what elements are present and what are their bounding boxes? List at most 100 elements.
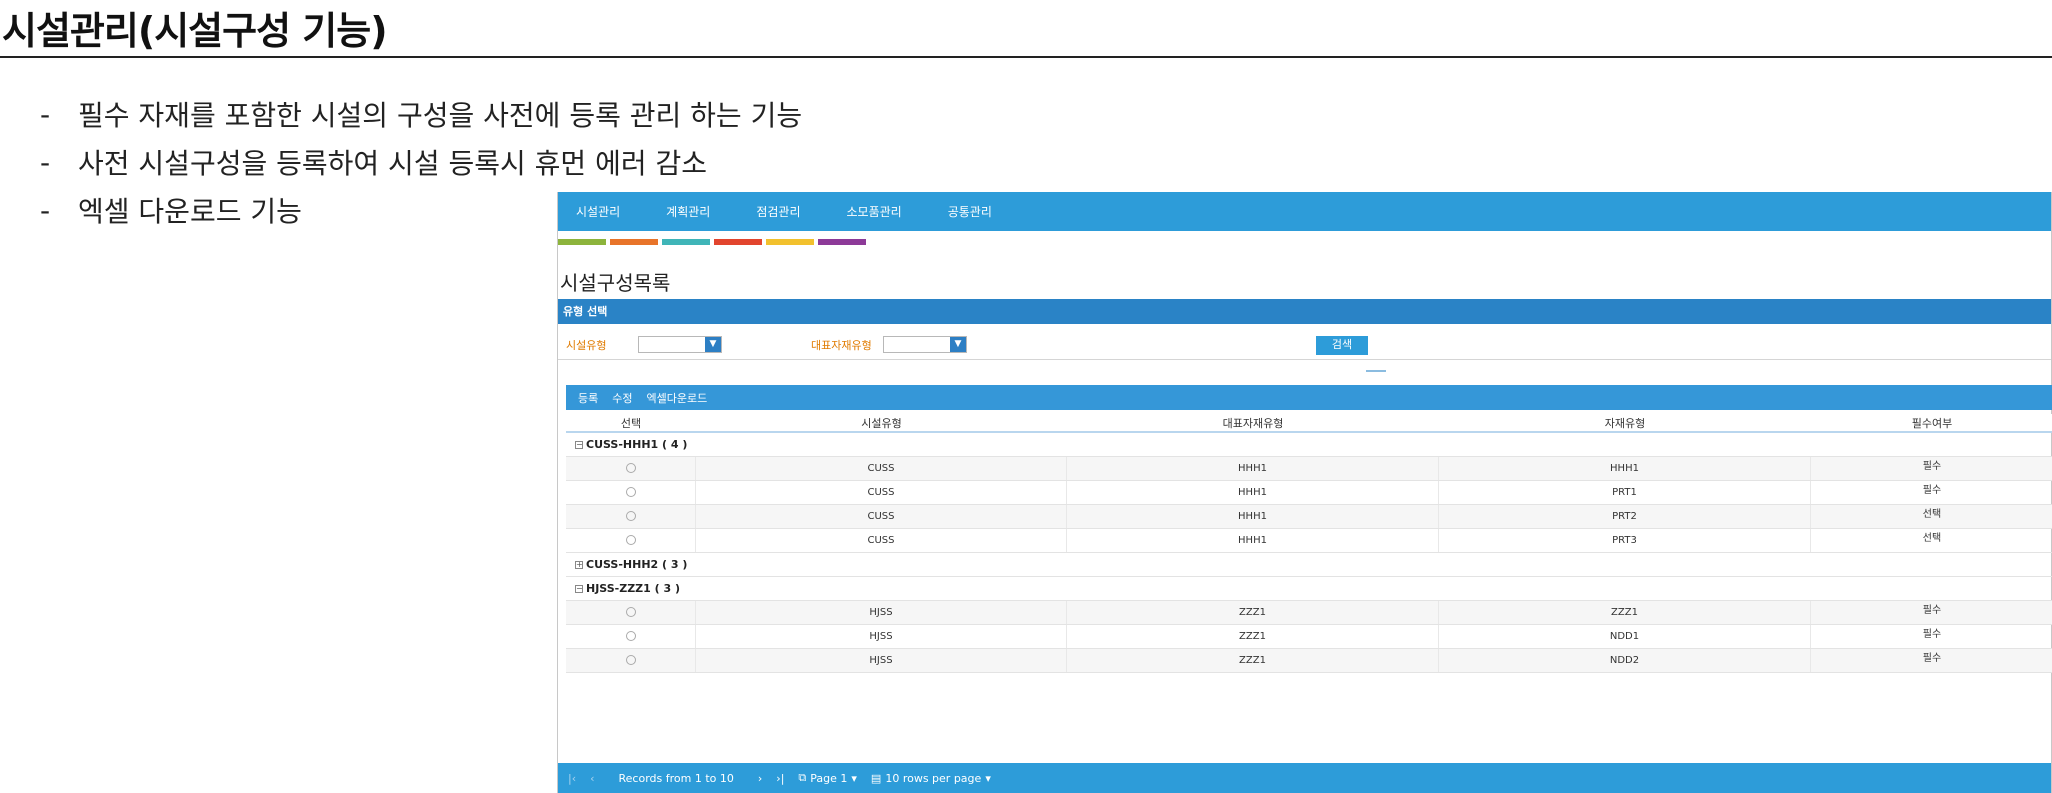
edit-button[interactable]: 수정 <box>612 390 632 406</box>
color-strip-segment <box>766 239 814 245</box>
row-radio[interactable] <box>625 535 636 545</box>
facility-type-select[interactable]: ▼ <box>638 336 722 353</box>
color-strip-segment <box>818 239 866 245</box>
cell-material-type: ZZZ1 <box>1439 601 1811 624</box>
cell-material-type: PRT1 <box>1439 481 1811 504</box>
column-header-material-type[interactable]: 자재유형 <box>1439 414 1811 431</box>
cell-required: 선택 <box>1922 509 1942 520</box>
color-strip-segment <box>558 239 606 245</box>
row-radio[interactable] <box>625 487 636 497</box>
cell-facility-type: CUSS <box>696 505 1067 528</box>
cell-select <box>566 457 696 480</box>
cell-main-material-type: ZZZ1 <box>1067 601 1439 624</box>
grid-body: − CUSS-HHH1 ( 4 ) CUSS HHH1 HHH1 필수 CUSS HHH1 PR… <box>566 433 2052 673</box>
cell-required: 필수 <box>1922 653 1942 664</box>
facility-type-label: 시설유형 <box>566 339 607 352</box>
page-icon: ⧉ <box>798 771 807 784</box>
table-row[interactable]: HJSS ZZZ1 ZZZ1 필수 <box>566 601 2052 625</box>
nav-inspection[interactable]: 점검관리 <box>756 203 800 220</box>
grid-toolbar: 등록 수정 엑셀다운로드 <box>566 385 2052 410</box>
group-row[interactable]: − CUSS-HHH1 ( 4 ) <box>566 433 2052 457</box>
group-label: HJSS-ZZZ1 ( 3 ) <box>586 582 680 595</box>
material-type-select[interactable]: ▼ <box>883 336 967 353</box>
rows-per-page-selector[interactable]: 10 rows per page <box>885 772 981 785</box>
cell-facility-type: CUSS <box>696 529 1067 552</box>
collapse-icon[interactable]: − <box>575 440 583 449</box>
cell-required: 필수 <box>1922 485 1942 496</box>
expand-icon[interactable]: + <box>575 560 583 569</box>
search-button[interactable]: 검색 <box>1316 336 1368 355</box>
cell-required: 필수 <box>1922 605 1942 616</box>
cell-select <box>566 505 696 528</box>
nav-facility[interactable]: 시설관리 <box>576 203 620 220</box>
color-strip-segment <box>610 239 658 245</box>
cell-select <box>566 625 696 648</box>
cell-material-type: NDD2 <box>1439 649 1811 672</box>
splitter-handle[interactable] <box>1366 370 1386 372</box>
row-radio[interactable] <box>625 631 636 641</box>
table-row[interactable]: CUSS HHH1 HHH1 필수 <box>566 457 2052 481</box>
row-radio[interactable] <box>625 511 636 521</box>
table-row[interactable]: HJSS ZZZ1 NDD1 필수 <box>566 625 2052 649</box>
row-radio[interactable] <box>625 463 636 473</box>
cell-select <box>566 601 696 624</box>
column-header-required[interactable]: 필수여부 <box>1811 414 2052 431</box>
filter-bar-title: 유형 선택 <box>558 299 2051 324</box>
bullet-text: 엑셀 다운로드 기능 <box>78 195 302 228</box>
nav-consumables[interactable]: 소모품관리 <box>847 203 902 220</box>
group-row[interactable]: + CUSS-HHH2 ( 3 ) <box>566 553 2052 577</box>
collapse-icon[interactable]: − <box>575 584 583 593</box>
nav-common[interactable]: 공통관리 <box>948 203 992 220</box>
cell-main-material-type: HHH1 <box>1067 481 1439 504</box>
cell-material-type: HHH1 <box>1439 457 1811 480</box>
cell-main-material-type: HHH1 <box>1067 505 1439 528</box>
cell-material-type: PRT2 <box>1439 505 1811 528</box>
chevron-down-icon[interactable]: ▾ <box>851 772 857 785</box>
page-selector[interactable]: Page 1 <box>810 772 847 785</box>
column-header-facility-type[interactable]: 시설유형 <box>696 414 1067 431</box>
bullet-text: 필수 자재를 포함한 시설의 구성을 사전에 등록 관리 하는 기능 <box>78 99 803 132</box>
nav-plan[interactable]: 계획관리 <box>666 203 710 220</box>
top-navigation: 시설관리 계획관리 점검관리 소모품관리 공통관리 <box>558 192 2051 231</box>
table-row[interactable]: CUSS HHH1 PRT3 선택 <box>566 529 2052 553</box>
table-row[interactable]: CUSS HHH1 PRT2 선택 <box>566 505 2052 529</box>
cell-facility-type: HJSS <box>696 649 1067 672</box>
prev-page-icon[interactable]: ‹ <box>590 772 594 785</box>
records-range: Records from 1 to 10 <box>618 771 734 785</box>
cell-main-material-type: HHH1 <box>1067 529 1439 552</box>
app-screenshot: 시설관리 계획관리 점검관리 소모품관리 공통관리 시설구성목록 유형 선택 시… <box>557 192 2052 793</box>
row-radio[interactable] <box>625 607 636 617</box>
color-strip <box>558 239 870 245</box>
cell-material-type: NDD1 <box>1439 625 1811 648</box>
facility-config-grid: 선택 시설유형 대표자재유형 자재유형 필수여부 − CUSS-HHH1 ( 4 … <box>566 414 2052 673</box>
slide-title: 시설관리(시설구성 기능) <box>2 9 388 53</box>
grid-header: 선택 시설유형 대표자재유형 자재유형 필수여부 <box>566 414 2052 433</box>
cell-facility-type: CUSS <box>696 457 1067 480</box>
table-row[interactable]: CUSS HHH1 PRT1 필수 <box>566 481 2052 505</box>
first-page-icon[interactable]: |‹ <box>568 772 576 785</box>
table-row[interactable]: HJSS ZZZ1 NDD2 필수 <box>566 649 2052 673</box>
column-header-main-material-type[interactable]: 대표자재유형 <box>1067 414 1439 431</box>
cell-select <box>566 481 696 504</box>
register-button[interactable]: 등록 <box>578 390 598 406</box>
title-rule <box>0 56 2052 58</box>
row-radio[interactable] <box>625 655 636 665</box>
chevron-down-icon[interactable]: ▾ <box>985 772 991 785</box>
cell-required: 선택 <box>1922 533 1942 544</box>
column-header-select[interactable]: 선택 <box>566 414 696 431</box>
next-page-icon[interactable]: › <box>758 772 762 785</box>
color-strip-segment <box>714 239 762 245</box>
filter-row: 시설유형 ▼ 대표자재유형 ▼ 검색 <box>558 324 2051 360</box>
chevron-down-icon: ▼ <box>705 337 721 352</box>
cell-required: 필수 <box>1922 461 1942 472</box>
group-row[interactable]: − HJSS-ZZZ1 ( 3 ) <box>566 577 2052 601</box>
last-page-icon[interactable]: ›| <box>776 772 784 785</box>
group-label: CUSS-HHH1 ( 4 ) <box>586 438 688 451</box>
cell-select <box>566 529 696 552</box>
page-title: 시설구성목록 <box>560 271 671 295</box>
cell-material-type: PRT3 <box>1439 529 1811 552</box>
group-label: CUSS-HHH2 ( 3 ) <box>586 558 688 571</box>
color-strip-segment <box>662 239 710 245</box>
excel-download-button[interactable]: 엑셀다운로드 <box>647 390 708 406</box>
bullet-item: - 필수 자재를 포함한 시설의 구성을 사전에 등록 관리 하는 기능 <box>40 90 802 138</box>
